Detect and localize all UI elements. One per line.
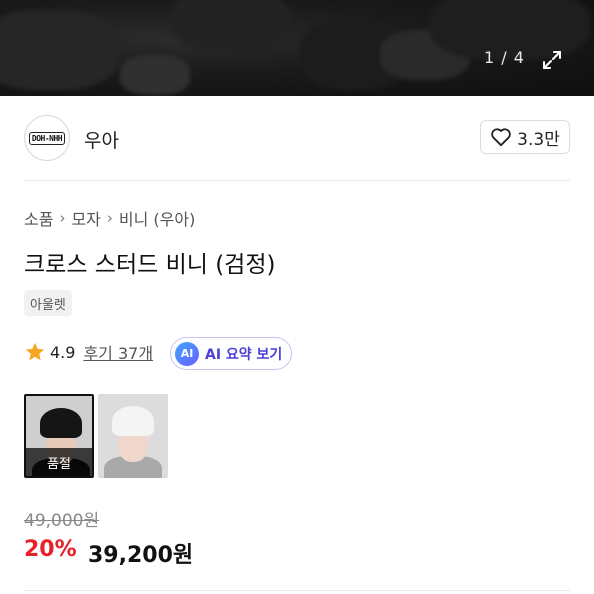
- brand-logo[interactable]: DOH-NHH: [24, 115, 70, 161]
- brand-logo-text: DOH-NHH: [28, 131, 66, 145]
- expand-icon[interactable]: [540, 48, 564, 72]
- product-image[interactable]: 1 / 4: [0, 0, 594, 96]
- product-title: 크로스 스터드 비니 (검정): [24, 252, 276, 278]
- star-icon: [25, 342, 45, 361]
- image-counter: 1 / 4: [484, 48, 525, 67]
- brand-name[interactable]: 우아: [84, 126, 119, 153]
- brand-row: DOH-NHH 우아 3.3만: [0, 96, 594, 180]
- like-count: 3.3만: [517, 129, 560, 150]
- chevron-right-icon: ›: [59, 209, 66, 227]
- breadcrumb-item[interactable]: 비니 (우아): [119, 206, 195, 230]
- color-option-black[interactable]: 품절: [24, 394, 94, 478]
- heart-outline-icon: [491, 128, 511, 147]
- breadcrumb: 소품 › 모자 › 비니 (우아): [24, 206, 195, 230]
- original-price: 49,000원: [24, 511, 100, 531]
- divider: [24, 590, 570, 591]
- soldout-badge: 품절: [26, 448, 92, 476]
- color-option-white[interactable]: [98, 394, 168, 478]
- breadcrumb-item[interactable]: 모자: [71, 206, 100, 230]
- outlet-tag: 아울렛: [24, 290, 72, 316]
- breadcrumb-item[interactable]: 소품: [24, 206, 53, 230]
- reviews-link[interactable]: 후기 37개: [83, 340, 153, 364]
- chevron-right-icon: ›: [106, 209, 113, 227]
- final-price: 39,200원: [88, 543, 194, 568]
- like-button[interactable]: 3.3만: [480, 120, 570, 154]
- discount-rate: 20%: [24, 537, 77, 562]
- rating-score: 4.9: [50, 342, 76, 362]
- ai-summary-button[interactable]: AI AI 요약 보기: [170, 337, 292, 370]
- ai-summary-label: AI 요약 보기: [205, 346, 283, 363]
- ai-icon: AI: [175, 341, 199, 366]
- divider: [24, 180, 570, 181]
- rating-row: 4.9 후기 37개: [24, 340, 153, 364]
